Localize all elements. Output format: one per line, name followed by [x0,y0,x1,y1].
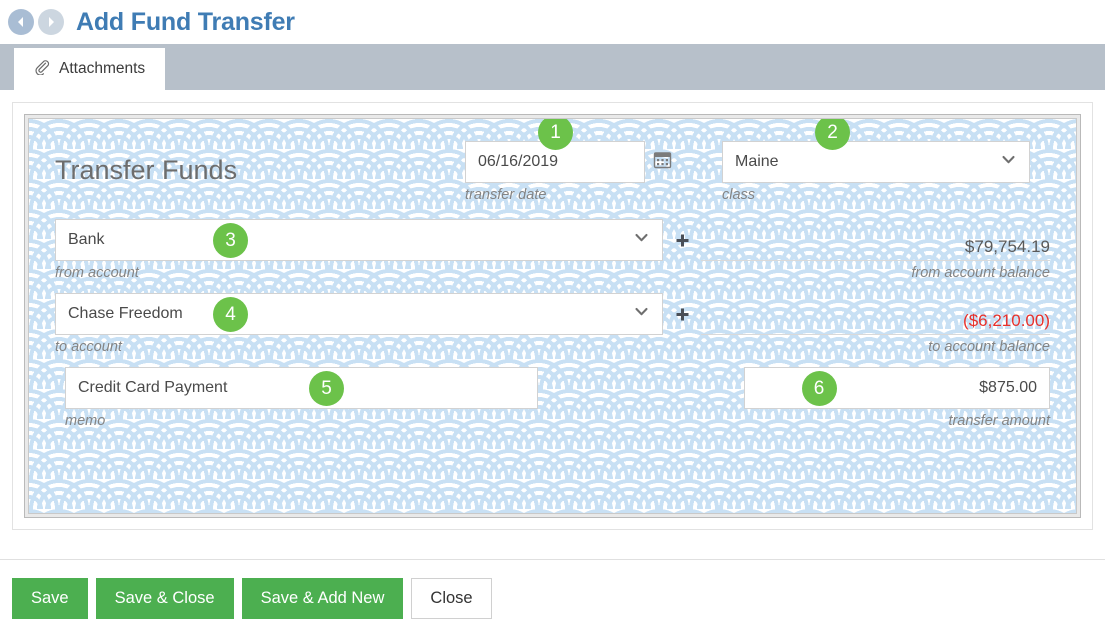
memo-input[interactable]: Credit Card Payment [65,367,538,409]
arrow-left-circle-icon[interactable] [8,9,34,35]
to-account-value: Chase Freedom [68,305,183,322]
transfer-funds-form: Transfer Funds 1 06/16/2019 transfer dat… [29,119,1076,513]
memo-label: memo [65,413,106,429]
form-row-to: 4 Chase Freedom to account ($6,210.00) t… [55,293,1050,355]
step-badge-6: 6 [801,371,837,406]
save-and-close-button[interactable]: Save & Close [95,578,234,619]
to-balance-block: ($6,210.00) to account balance [701,293,1050,355]
page-header: Add Fund Transfer [0,0,1105,44]
plus-icon [674,232,691,249]
add-to-account-button[interactable] [663,293,701,335]
transfer-date-value: 06/16/2019 [478,153,559,170]
tab-attachments-label: Attachments [59,60,146,77]
page-title: Add Fund Transfer [76,7,295,36]
class-label: class [722,187,756,203]
save-button[interactable]: Save [12,578,88,619]
form-frame-inner: Transfer Funds 1 06/16/2019 transfer dat… [28,118,1077,514]
class-value: Maine [735,153,779,170]
class-block: 2 Maine class [722,119,1030,203]
transfer-amount-block: 6 $875.00 transfer amount [743,367,1050,429]
from-balance-value: $79,754.19 [701,219,1050,261]
form-panel: Transfer Funds 1 06/16/2019 transfer dat… [12,102,1093,530]
chevron-down-icon[interactable] [1000,151,1017,173]
paperclip-icon [34,59,50,80]
transfer-date-block: 1 06/16/2019 transfer date [465,119,680,203]
from-account-value: Bank [68,231,105,248]
step-badge-4: 4 [213,297,248,332]
to-account-select[interactable]: Chase Freedom [55,293,663,335]
class-select[interactable]: Maine [722,141,1030,183]
arrow-right-circle-icon[interactable] [38,9,64,35]
tab-bar: Attachments [0,44,1105,90]
from-account-block: 3 Bank from account [55,219,663,281]
from-balance-block: $79,754.19 from account balance [701,219,1050,281]
from-account-select[interactable]: Bank [55,219,663,261]
plus-icon [674,306,691,323]
step-badge-5: 5 [309,371,344,406]
form-row-from: 3 Bank from account $79,754.19 from acco… [55,219,1050,281]
to-balance-label: to account balance [928,339,1050,355]
memo-value: Credit Card Payment [78,379,228,396]
chevron-down-icon[interactable] [633,303,650,325]
to-account-label: to account [55,339,122,355]
step-badge-3: 3 [213,223,248,258]
calendar-icon[interactable] [653,150,672,174]
save-and-add-new-button[interactable]: Save & Add New [241,578,404,619]
chevron-down-icon[interactable] [633,229,650,251]
transfer-amount-value: $875.00 [979,379,1037,396]
transfer-amount-label: transfer amount [948,413,1050,429]
page-body: Transfer Funds 1 06/16/2019 transfer dat… [0,90,1105,545]
to-account-block: 4 Chase Freedom to account [55,293,663,355]
memo-block: 5 Credit Card Payment memo [65,367,538,429]
transfer-amount-input[interactable]: $875.00 [743,367,1050,409]
tab-attachments[interactable]: Attachments [14,48,166,90]
form-title: Transfer Funds [55,155,238,185]
form-row-header: Transfer Funds 1 06/16/2019 transfer dat… [55,119,1050,203]
form-frame-outer: Transfer Funds 1 06/16/2019 transfer dat… [24,114,1081,518]
add-from-account-button[interactable] [663,219,701,261]
close-button[interactable]: Close [411,578,492,619]
form-row-memo: 5 Credit Card Payment memo 6 $875.00 tra… [55,367,1050,429]
from-account-label: from account [55,265,139,281]
transfer-date-label: transfer date [465,187,547,203]
footer-actions: Save Save & Close Save & Add New Close [0,560,1105,619]
to-balance-value: ($6,210.00) [701,293,1050,335]
from-balance-label: from account balance [911,265,1050,281]
